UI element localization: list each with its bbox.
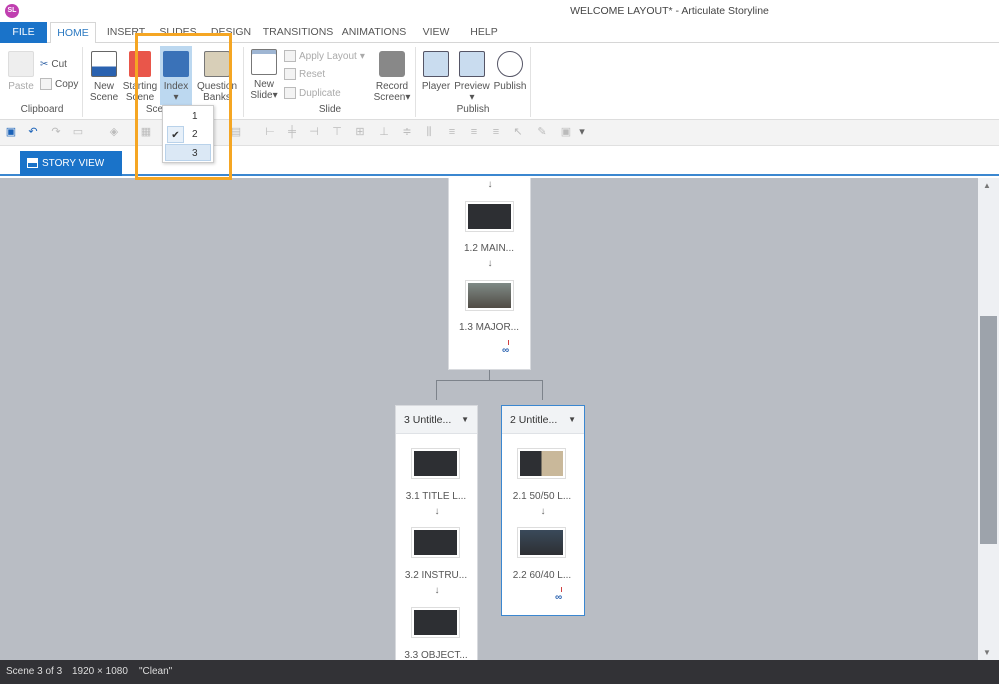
paste-button[interactable]: Paste — [6, 51, 36, 92]
status-bar: Scene 3 of 3 1920 × 1080 "Clean" — [0, 660, 999, 684]
text-align-left-icon[interactable]: ≡ — [446, 126, 458, 138]
scene-header[interactable]: 3 Untitle... ▼ — [396, 406, 477, 434]
new-slide-icon — [251, 49, 277, 75]
scene-count: Scene 3 of 3 — [6, 666, 63, 677]
scene-tree-icon — [91, 51, 117, 77]
group-slide: Slide — [318, 104, 342, 115]
scene-card-1[interactable]: ↓ 1.2 MAIN... ↓ 1.3 MAJOR... ∞ — [448, 178, 531, 370]
flow-arrow: ↓ — [434, 585, 440, 596]
slide-thumbnail[interactable] — [465, 280, 514, 311]
distribute-icon[interactable]: ≑ — [401, 126, 413, 138]
flow-arrow: ↓ — [540, 506, 546, 517]
cursor-icon[interactable]: ↖ — [512, 126, 524, 138]
title-bar: SL WELCOME LAYOUT* - Articulate Storylin… — [0, 0, 999, 22]
window-title: WELCOME LAYOUT* - Articulate Storyline — [570, 5, 769, 17]
paste-icon — [8, 51, 34, 77]
slide-size: 1920 × 1080 — [72, 666, 128, 677]
scroll-down-icon[interactable]: ▼ — [983, 648, 991, 657]
slide-label: 2.2 60/40 L... — [512, 570, 572, 581]
slide-thumbnail[interactable] — [411, 607, 460, 638]
magnifier-icon — [459, 51, 485, 77]
save-icon[interactable]: ▣ — [5, 126, 17, 138]
slide-thumbnail[interactable] — [411, 527, 460, 558]
slide-thumbnail[interactable] — [517, 527, 566, 558]
link-icon[interactable]: ∞ — [555, 592, 562, 603]
align-middle-icon[interactable]: ⊞ — [354, 126, 366, 138]
fill-icon[interactable]: ◈ — [108, 126, 120, 138]
tab-help[interactable]: HELP — [466, 22, 502, 43]
tab-animations[interactable]: ANIMATIONS — [340, 22, 408, 43]
apply-layout-button[interactable]: Apply Layout ▾ — [284, 50, 365, 62]
align-left-icon[interactable]: ⊢ — [264, 126, 276, 138]
duplicate-icon — [284, 87, 296, 99]
group-clipboard: Clipboard — [20, 104, 64, 115]
highlight-box — [135, 33, 232, 180]
cut-button[interactable]: ✂ Cut — [40, 59, 67, 70]
undo-icon[interactable]: ↶ — [27, 126, 39, 138]
copy-icon — [40, 78, 52, 90]
group-publish: Publish — [456, 104, 490, 115]
image-icon[interactable]: ▣ — [560, 126, 572, 138]
slide-thumbnail[interactable] — [465, 201, 514, 232]
text-align-right-icon[interactable]: ≡ — [490, 126, 502, 138]
chevron-down-icon[interactable]: ▼ — [461, 406, 469, 434]
theme-name: "Clean" — [139, 666, 173, 677]
scrollbar-thumb[interactable] — [980, 316, 997, 544]
align-center-icon[interactable]: ╪ — [286, 126, 298, 138]
tab-transitions[interactable]: TRANSITIONS — [262, 22, 334, 43]
tab-story-view[interactable]: STORY VIEW — [20, 151, 122, 176]
shape-icon[interactable]: ▭ — [72, 126, 84, 138]
preview-button[interactable]: Preview ▾ — [454, 51, 490, 103]
reset-button[interactable]: Reset — [284, 68, 325, 80]
scroll-up-icon[interactable]: ▲ — [983, 181, 991, 190]
new-scene-button[interactable]: New Scene — [88, 51, 120, 103]
tab-home[interactable]: HOME — [50, 22, 96, 44]
slide-thumbnail[interactable] — [411, 448, 460, 479]
edit-icon[interactable]: ✎ — [536, 126, 548, 138]
player-icon — [423, 51, 449, 77]
new-slide-button[interactable]: New Slide▾ — [248, 49, 280, 101]
camera-icon — [379, 51, 405, 77]
publish-button[interactable]: Publish — [492, 51, 528, 92]
player-button[interactable]: Player — [420, 51, 452, 92]
reset-icon — [284, 68, 296, 80]
scene-card-2[interactable]: 2 Untitle... ▼ 2.1 50/50 L... ↓ 2.2 60/40… — [501, 405, 585, 616]
distribute-horizontal-icon[interactable]: ⫼ — [423, 126, 435, 138]
scene-card-3[interactable]: 3 Untitle... ▼ 3.1 TITLE L... ↓ 3.2 INSTR… — [395, 405, 478, 660]
customize-toolbar-icon[interactable]: ▾ — [576, 126, 588, 138]
align-top-icon[interactable]: ⊤ — [331, 126, 343, 138]
scissors-icon: ✂ — [40, 59, 49, 70]
duplicate-button[interactable]: Duplicate — [284, 87, 341, 99]
slide-label: 3.2 INSTRU... — [404, 570, 468, 581]
text-align-center-icon[interactable]: ≡ — [468, 126, 480, 138]
slide-label: 3.1 TITLE L... — [405, 491, 467, 502]
story-canvas[interactable]: ↓ 1.2 MAIN... ↓ 1.3 MAJOR... ∞ 3 Untitle… — [0, 178, 978, 660]
flow-arrow: ↓ — [487, 258, 493, 269]
slide-label: 1.2 MAIN... — [463, 243, 514, 254]
flow-arrow: ↓ — [434, 506, 440, 517]
chevron-down-icon[interactable]: ▼ — [568, 406, 576, 434]
copy-button[interactable]: Copy — [40, 78, 78, 90]
story-view-icon — [27, 158, 38, 168]
publish-icon — [497, 51, 523, 77]
record-screen-button[interactable]: Record Screen▾ — [372, 51, 412, 103]
scene-header[interactable]: 2 Untitle... ▼ — [502, 406, 584, 434]
tab-view[interactable]: VIEW — [418, 22, 454, 43]
flow-arrow: ↓ — [487, 179, 493, 190]
layout-icon — [284, 50, 296, 62]
slide-label: 1.3 MAJOR... — [458, 322, 519, 333]
link-icon[interactable]: ∞ — [502, 345, 509, 356]
tab-file[interactable]: FILE — [0, 22, 47, 43]
slide-thumbnail[interactable] — [517, 448, 566, 479]
redo-icon[interactable]: ↷ — [50, 126, 62, 138]
align-bottom-icon[interactable]: ⊥ — [378, 126, 390, 138]
slide-label: 2.1 50/50 L... — [512, 491, 572, 502]
align-right-icon[interactable]: ⊣ — [308, 126, 320, 138]
slide-label: 3.3 OBJECT... — [404, 650, 468, 660]
